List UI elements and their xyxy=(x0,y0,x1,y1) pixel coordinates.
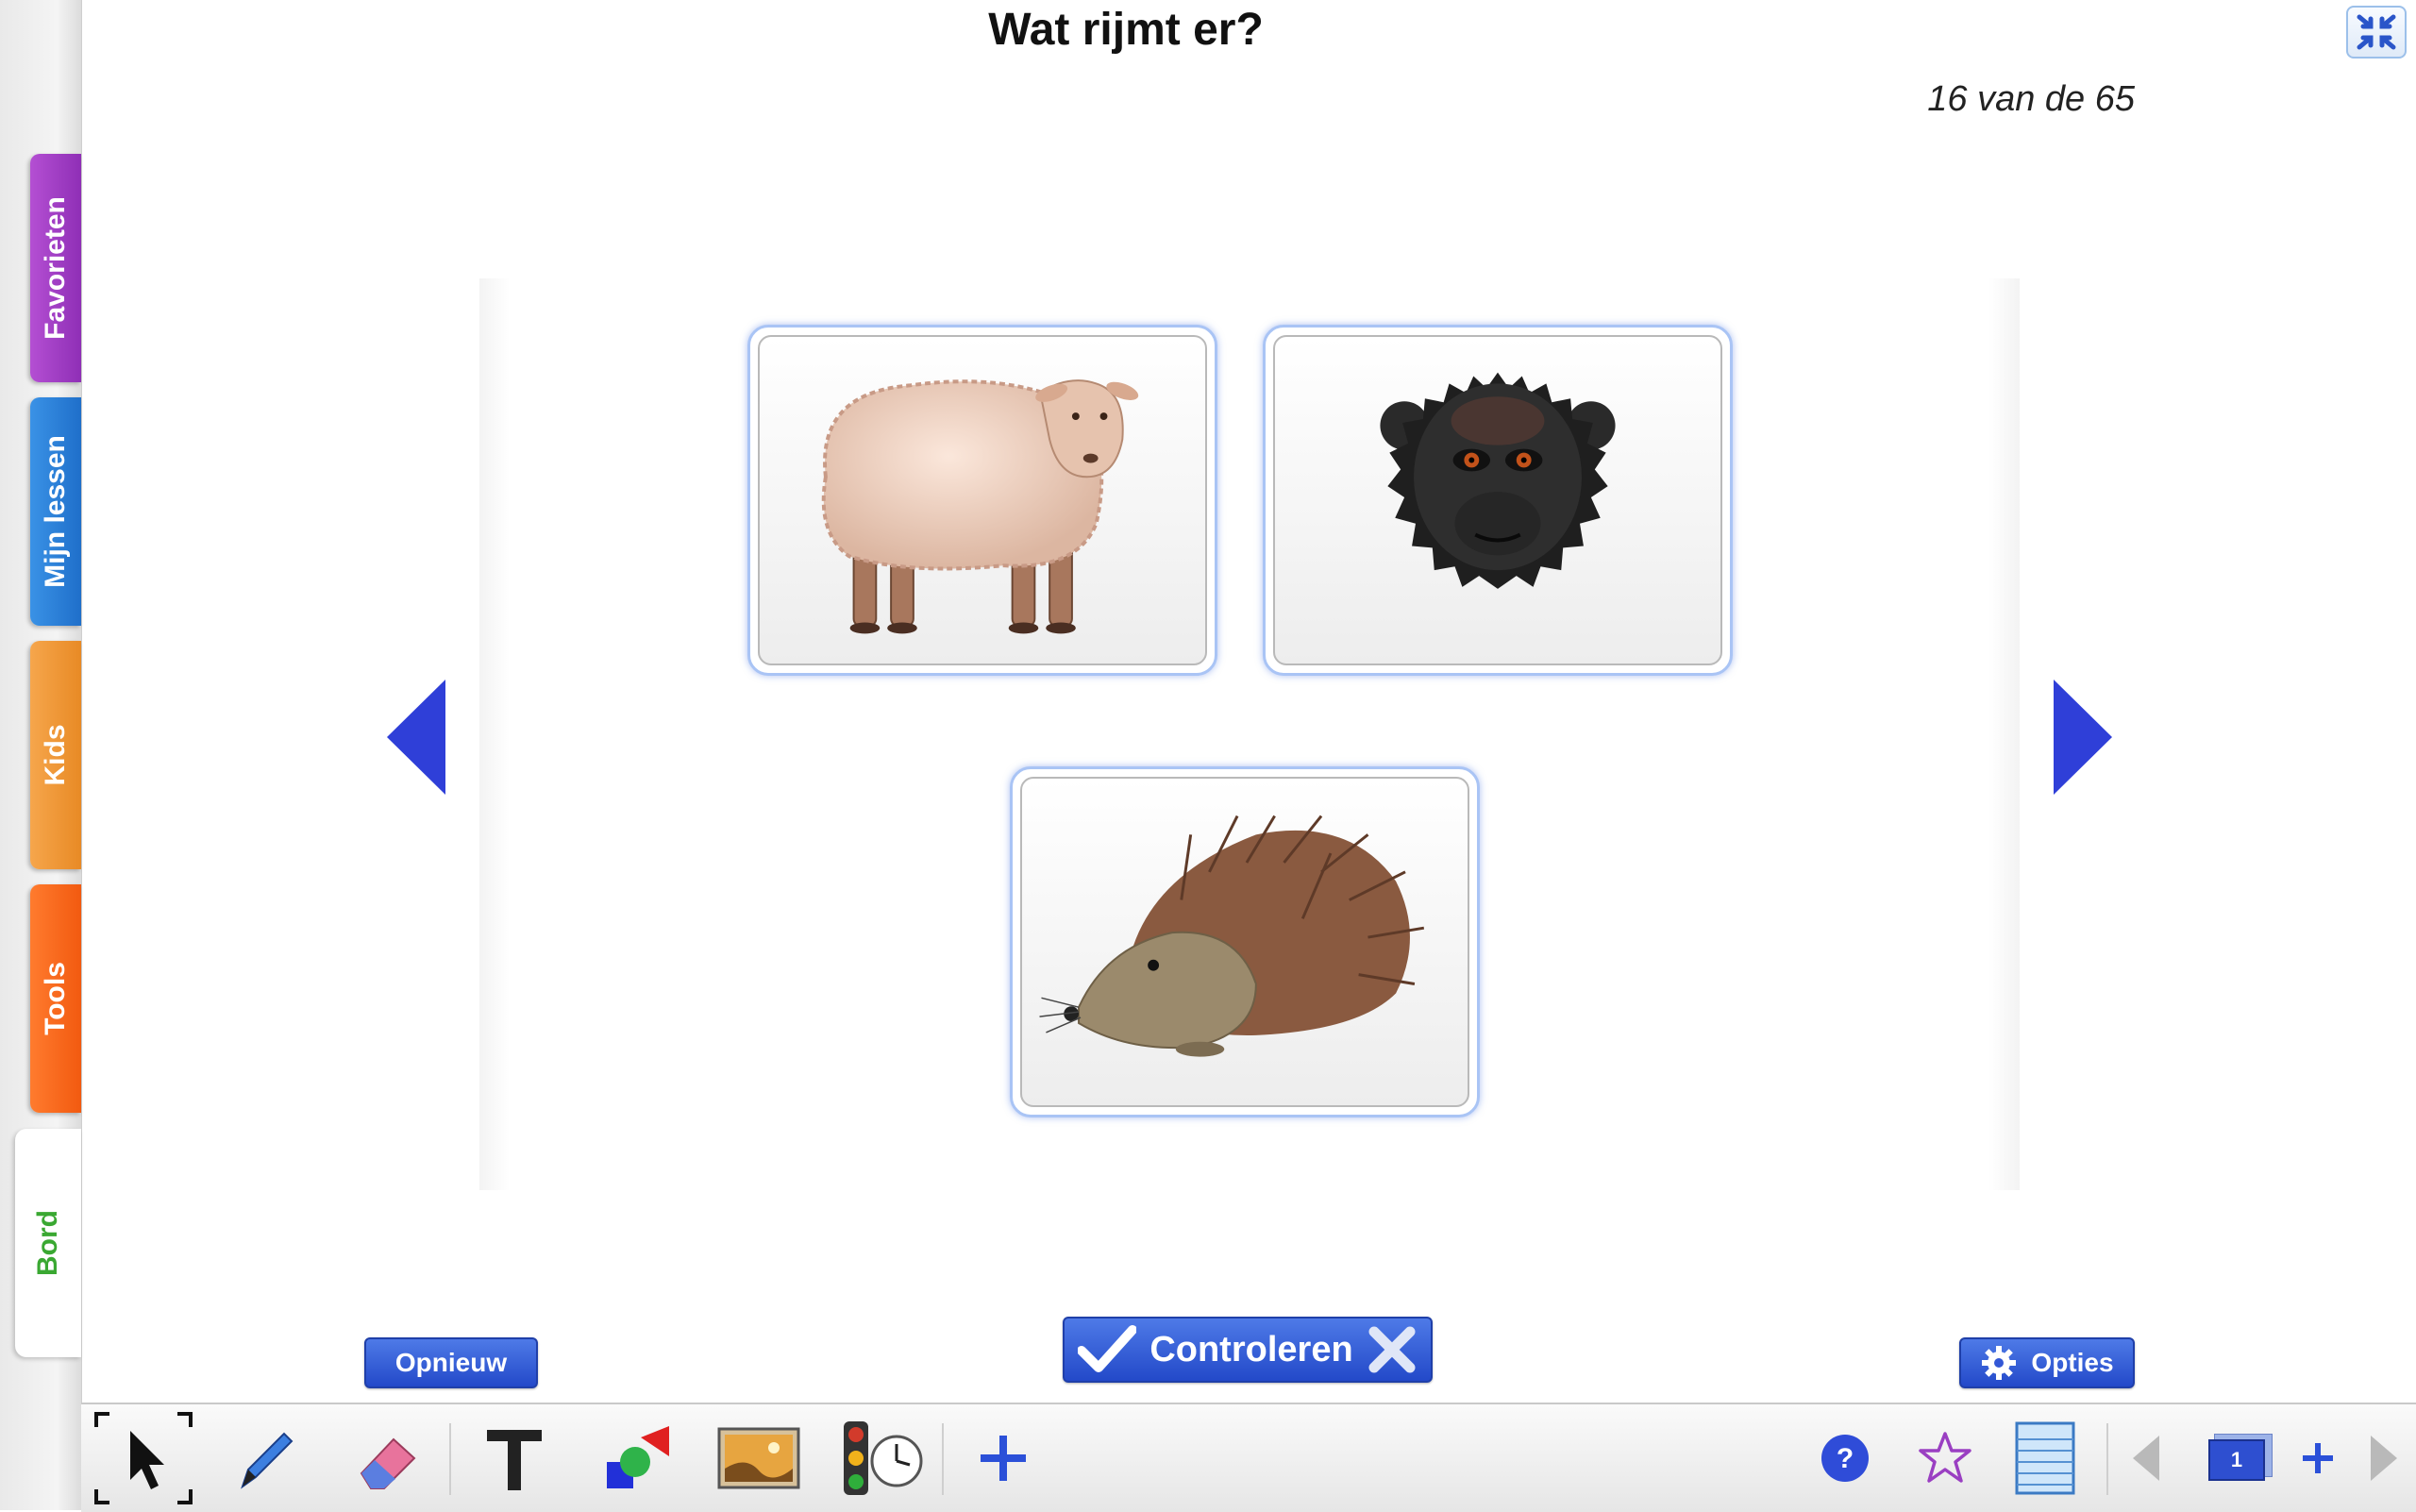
sidebar-tab-bord[interactable]: Bord xyxy=(15,1129,81,1357)
add-page-button[interactable] xyxy=(2290,1418,2346,1499)
pen-tool[interactable] xyxy=(226,1418,308,1499)
chevron-right-icon xyxy=(2371,1436,2397,1481)
star-icon xyxy=(1919,1432,1971,1483)
traffic-light-clock-icon xyxy=(844,1421,923,1495)
image-tool[interactable] xyxy=(715,1418,802,1499)
toolbar-separator xyxy=(942,1423,944,1495)
cross-icon xyxy=(1368,1326,1416,1373)
text-icon xyxy=(487,1430,542,1490)
controleren-button[interactable]: Controleren xyxy=(1063,1317,1433,1383)
notepad-icon xyxy=(2015,1421,2075,1495)
opties-button[interactable]: Opties xyxy=(1959,1337,2135,1388)
page-title: Wat rijmt er? xyxy=(988,5,1264,55)
sidebar-tab-label: Kids xyxy=(40,724,71,786)
sidebar-tab-favorieten[interactable]: Favorieten xyxy=(30,154,81,382)
previous-page-button[interactable] xyxy=(2118,1418,2174,1499)
sidebar: Favorieten Mijn lessen Kids Tools Bord xyxy=(0,0,82,1510)
select-tool[interactable] xyxy=(92,1410,194,1506)
toolbar-separator xyxy=(449,1423,451,1495)
shapes-icon xyxy=(607,1426,669,1488)
shapes-tool[interactable] xyxy=(596,1418,678,1499)
notes-button[interactable] xyxy=(2005,1418,2086,1499)
help-button[interactable]: ? xyxy=(1804,1418,1886,1499)
pen-icon xyxy=(241,1432,294,1489)
add-tool-button[interactable] xyxy=(963,1418,1044,1499)
sidebar-tab-label: Favorieten xyxy=(40,196,71,340)
traffic-light-timer-tool[interactable] xyxy=(838,1418,929,1499)
sidebar-tab-kids[interactable]: Kids xyxy=(30,641,81,869)
plus-icon xyxy=(2303,1443,2333,1473)
eraser-tool[interactable] xyxy=(347,1418,428,1499)
answer-card-sheep[interactable] xyxy=(747,325,1217,676)
exit-fullscreen-button[interactable] xyxy=(2346,6,2407,59)
opnieuw-label: Opnieuw xyxy=(394,1348,508,1377)
picture-icon xyxy=(717,1427,800,1489)
controleren-label: Controleren xyxy=(1149,1329,1353,1369)
sheep-icon xyxy=(821,379,1139,634)
opnieuw-button[interactable]: Opnieuw xyxy=(364,1337,538,1388)
favorite-button[interactable] xyxy=(1904,1418,1986,1499)
next-page-button[interactable] xyxy=(2356,1418,2412,1499)
pointer-icon xyxy=(94,1412,193,1504)
page-number: 1 xyxy=(2208,1439,2265,1481)
text-tool[interactable] xyxy=(474,1418,555,1499)
gear-icon xyxy=(1982,1346,2017,1380)
next-arrow-button[interactable] xyxy=(2050,676,2116,798)
sidebar-tab-label: Tools xyxy=(40,962,71,1035)
slide-counter: 16 van de 65 xyxy=(1927,79,2135,119)
plus-icon xyxy=(981,1436,1026,1481)
sidebar-tab-mijn-lessen[interactable]: Mijn lessen xyxy=(30,397,81,626)
sidebar-tab-tools[interactable]: Tools xyxy=(30,884,81,1113)
chevron-left-icon xyxy=(2133,1436,2159,1481)
answer-card-hedgehog[interactable] xyxy=(1010,766,1480,1117)
collapse-icon xyxy=(2357,14,2396,50)
help-icon: ? xyxy=(1821,1435,1869,1482)
sidebar-tab-label: Mijn lessen xyxy=(40,435,71,588)
eraser-icon xyxy=(360,1437,416,1489)
page-indicator[interactable]: 1 xyxy=(2203,1418,2278,1499)
toolbar-separator xyxy=(2106,1423,2108,1495)
svg-text:?: ? xyxy=(1837,1443,1854,1474)
monkey-icon xyxy=(1380,372,1616,589)
checkmark-icon xyxy=(1078,1325,1136,1372)
sidebar-tab-label: Bord xyxy=(32,1210,63,1276)
opties-label: Opties xyxy=(2031,1348,2114,1377)
previous-arrow-button[interactable] xyxy=(383,676,449,798)
answer-card-monkey[interactable] xyxy=(1263,325,1733,676)
hedgehog-icon xyxy=(1039,815,1425,1057)
bottom-toolbar: ? 1 xyxy=(81,1403,2416,1512)
